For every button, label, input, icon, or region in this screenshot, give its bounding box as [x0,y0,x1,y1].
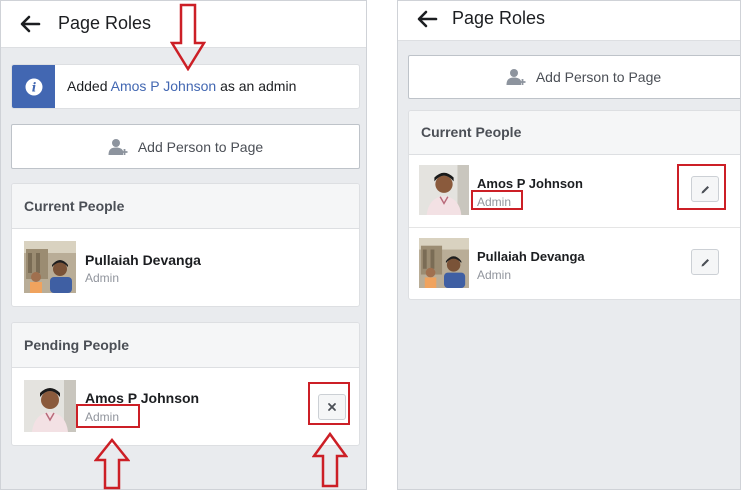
annotation-box-role [76,404,140,428]
annotation-arrow-up [94,438,130,490]
add-person-label: Add Person to Page [535,69,662,85]
avatar [24,241,76,293]
notice-suffix: as an admin [220,78,297,94]
add-person-icon [506,69,526,85]
current-people-card: Current People Pullaiah Devanga Admin [11,183,360,307]
avatar [419,165,469,215]
annotation-arrow-down [170,3,206,71]
info-icon: i [12,65,55,108]
edit-button[interactable] [691,249,719,275]
page-title: Page Roles [452,8,546,28]
add-person-label: Add Person to Page [137,138,264,155]
page-title: Page Roles [58,13,152,33]
notice-prefix: Added [67,78,108,94]
add-person-button[interactable]: Add Person to Page [11,124,360,169]
right-screen: Page Roles Add Person to Page Current Pe… [397,0,741,490]
person-role: Admin [85,271,120,285]
pencil-icon [701,258,709,266]
avatar [24,380,76,432]
person-name: Pullaiah Devanga [85,252,201,268]
person-row[interactable]: Pullaiah Devanga Admin [12,229,359,306]
person-row[interactable]: Amos P Johnson Admin [12,368,359,445]
annotation-box-edit [677,164,726,210]
add-person-button[interactable]: Add Person to Page [408,55,740,99]
header: Page Roles [398,1,740,41]
current-people-heading: Current People [12,184,359,229]
annotation-arrow-up [312,432,348,488]
person-row[interactable]: Pullaiah Devanga Admin [409,228,740,299]
notice-text: Added Amos P Johnson as an admin [67,78,296,94]
person-name: Amos P Johnson [477,176,583,191]
back-arrow-icon[interactable] [19,13,41,35]
annotation-box-role [471,190,523,210]
notice-person-link[interactable]: Amos P Johnson [111,78,217,94]
current-people-heading: Current People [409,111,740,155]
avatar [419,238,469,288]
person-name: Pullaiah Devanga [477,249,585,264]
pending-people-heading: Pending People [12,323,359,368]
add-person-icon [108,138,128,155]
back-arrow-icon[interactable] [416,8,438,30]
svg-text:i: i [31,80,36,94]
person-role: Admin [477,268,512,282]
annotation-box-remove [308,382,350,425]
